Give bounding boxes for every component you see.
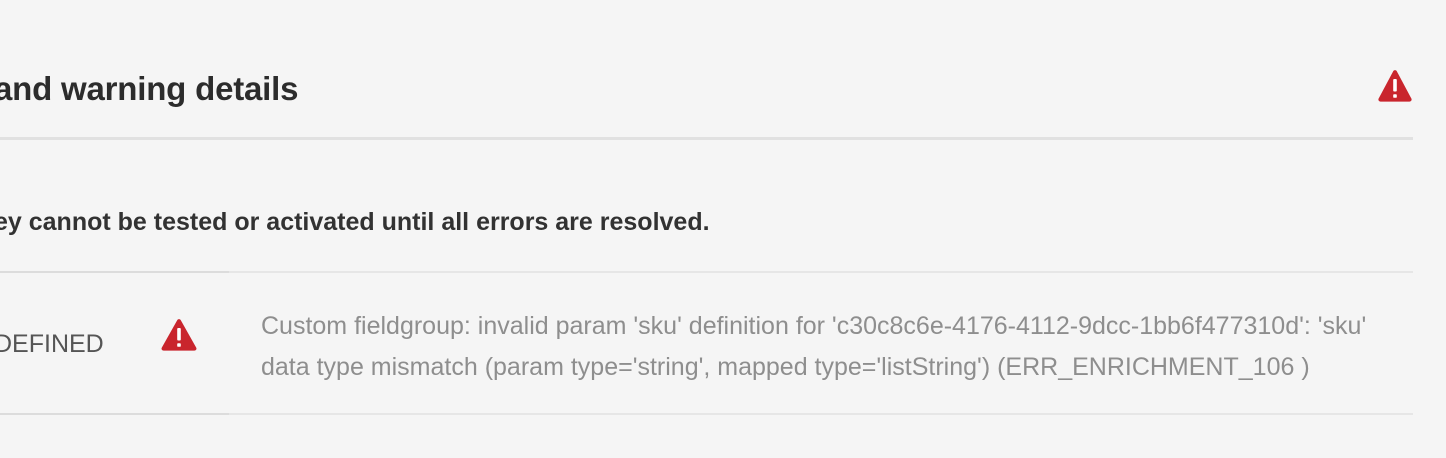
error-type-cell: DEFINED xyxy=(0,330,104,358)
resolution-notice: ey cannot be tested or activated until a… xyxy=(0,208,710,236)
row-divider-column xyxy=(0,413,229,415)
error-message: Custom fieldgroup: invalid param 'sku' d… xyxy=(261,312,1367,381)
alert-triangle-icon xyxy=(161,319,197,351)
header-divider xyxy=(0,137,1413,140)
alert-triangle-icon xyxy=(1378,70,1412,102)
row-divider-column xyxy=(0,271,229,273)
error-warning-details-panel: and warning details ey cannot be tested … xyxy=(0,0,1446,458)
panel-title: and warning details xyxy=(0,70,299,107)
